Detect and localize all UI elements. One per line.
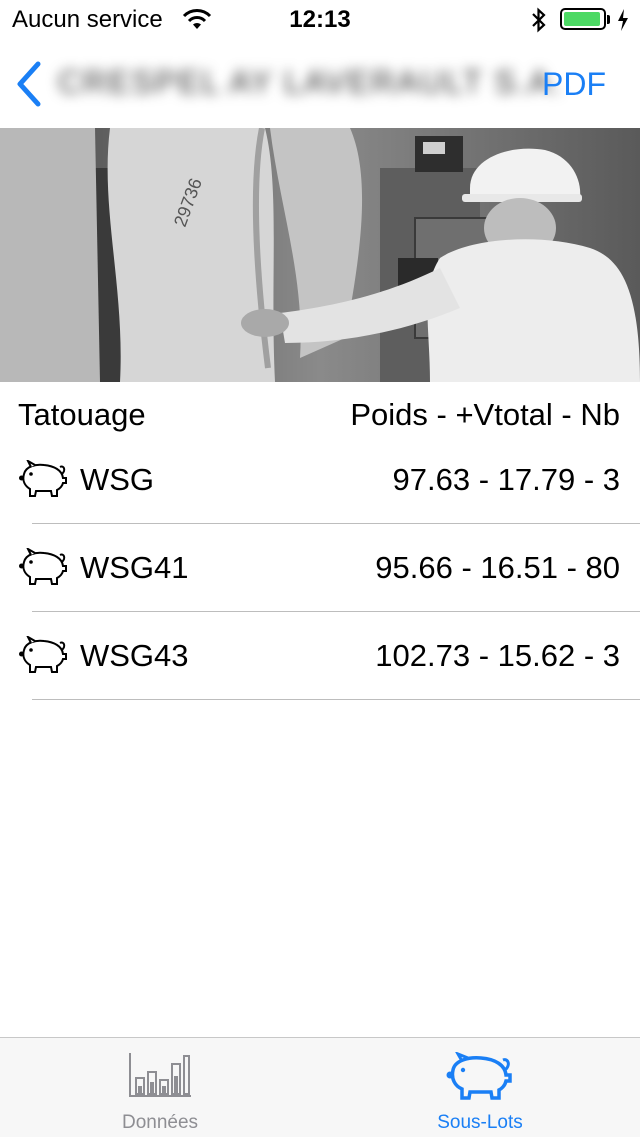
row-values: 95.66 - 16.51 - 80 <box>375 550 620 585</box>
row-tattoo: WSG41 <box>80 550 189 585</box>
pig-icon <box>19 636 67 673</box>
bluetooth-icon <box>532 7 546 33</box>
row-tattoo: WSG <box>80 462 155 497</box>
column-header-values: Poids - +Vtotal - Nb <box>350 397 620 432</box>
battery-tip <box>607 15 610 24</box>
tab-donnees[interactable]: Données <box>0 1038 320 1137</box>
row-values: 102.73 - 15.62 - 3 <box>375 638 620 673</box>
column-header-tattoo: Tatouage <box>18 397 146 432</box>
tab-bar: Données Sous-Lots <box>0 1037 640 1137</box>
tab-label: Sous-Lots <box>437 1112 523 1133</box>
status-bar: Aucun service 12:13 <box>0 0 640 40</box>
page-title: CRESPEL AY LAVERAULT S.A. <box>58 64 563 100</box>
battery-level <box>564 12 600 26</box>
list-item[interactable]: WSG43 102.73 - 15.62 - 3 <box>0 612 640 700</box>
list-item[interactable]: WSG 97.63 - 17.79 - 3 <box>0 436 640 524</box>
pig-icon <box>19 548 67 585</box>
navigation-bar: CRESPEL AY LAVERAULT S.A. PDF <box>0 40 640 128</box>
pdf-button[interactable]: PDF <box>542 66 606 103</box>
slaughterhouse-photo: 29736 <box>0 128 640 382</box>
row-values: 97.63 - 17.79 - 3 <box>392 462 621 497</box>
bar-chart-icon <box>129 1053 191 1097</box>
list-item[interactable]: WSG41 95.66 - 16.51 - 80 <box>0 524 640 612</box>
pig-icon <box>446 1052 512 1100</box>
tab-sous-lots[interactable]: Sous-Lots <box>320 1038 640 1137</box>
sub-lot-list: WSG 97.63 - 17.79 - 3 WSG41 95.66 - 16.5… <box>0 436 640 700</box>
battery-icon <box>560 8 606 30</box>
pig-icon <box>19 460 67 497</box>
chevron-left-icon[interactable] <box>14 60 44 108</box>
tab-label: Données <box>121 1112 199 1133</box>
charging-icon <box>618 9 628 31</box>
row-tattoo: WSG43 <box>80 638 189 673</box>
